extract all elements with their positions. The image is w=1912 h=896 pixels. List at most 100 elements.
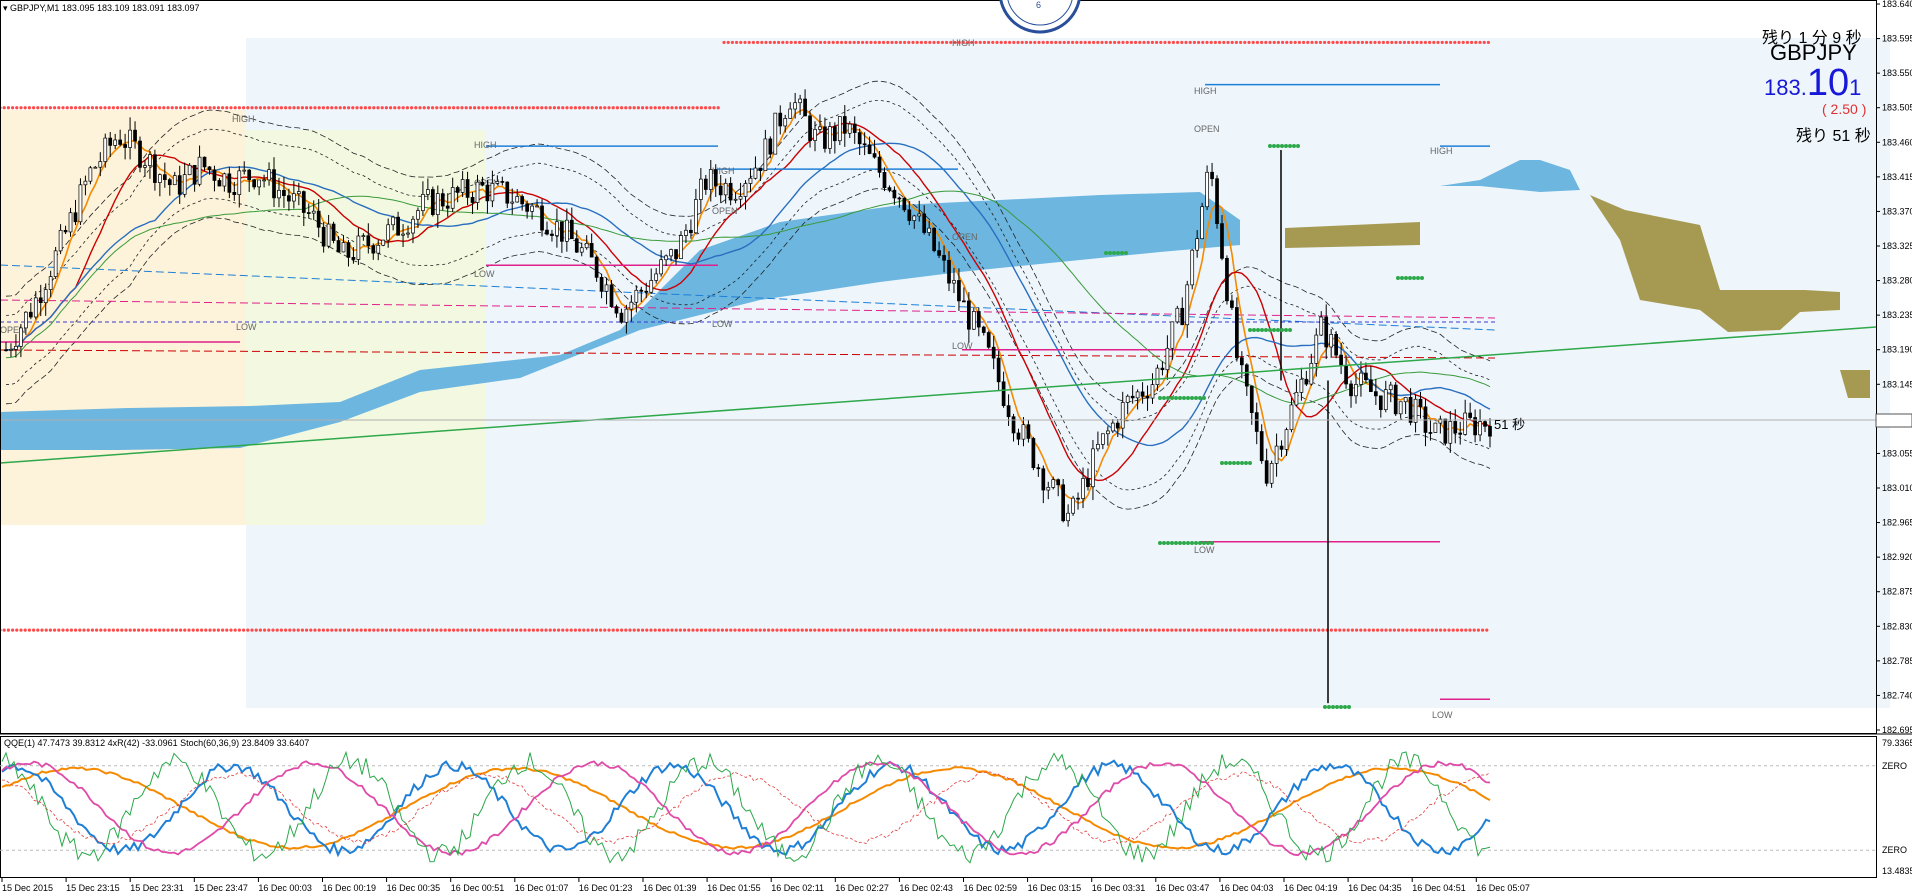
resistance-dot [552, 106, 557, 110]
y-tick-label: 183.190 [1882, 345, 1912, 355]
resistance-dot [44, 106, 48, 110]
support-dot [519, 628, 523, 632]
resistance-dot [1272, 40, 1276, 45]
resistance-dot [940, 40, 945, 45]
support-dot [111, 628, 115, 632]
support-dot [1208, 628, 1212, 632]
candle-body [162, 174, 167, 181]
support-dot [788, 628, 792, 632]
support-dot [1304, 628, 1308, 632]
support-dot [1447, 628, 1451, 632]
candle-body [296, 191, 301, 195]
resistance-dot [1247, 40, 1251, 45]
support-dot [1229, 628, 1233, 632]
resistance-dot [768, 40, 772, 45]
support-dot [82, 628, 86, 632]
resistance-dot [1075, 40, 1079, 45]
support-dot [267, 628, 271, 632]
support-dot [540, 628, 544, 632]
resistance-dot [599, 106, 603, 110]
x-tick-label: 15 Dec 23:15 [66, 883, 120, 893]
candle-body [957, 280, 961, 302]
candle-body [416, 210, 420, 220]
candle-body [1180, 307, 1185, 326]
support-dot [590, 628, 594, 632]
candle-body [962, 300, 966, 303]
resistance-dot [31, 106, 36, 110]
chart-canvas[interactable]: HIGHHIGHHIGHHIGHHIGHHIGHOPENOPENOPENOPEN… [0, 0, 1912, 896]
candle-body [937, 250, 941, 256]
support-dot [1451, 628, 1455, 632]
candle-body [768, 138, 773, 155]
resistance-dot [275, 106, 279, 110]
candle-body [857, 132, 862, 145]
candle-body [381, 239, 386, 246]
support-dot [1380, 628, 1384, 632]
resistance-dot [670, 106, 674, 110]
support-dot [225, 628, 229, 632]
support-dot [31, 628, 36, 632]
resistance-dot [36, 106, 40, 110]
candle-body [679, 235, 683, 259]
resistance-dot [145, 106, 149, 110]
resistance-dot [48, 106, 53, 110]
candle-body [1274, 445, 1279, 464]
level-label: HIGH [1430, 146, 1453, 156]
candle-body [952, 280, 956, 284]
support-dot [166, 628, 170, 632]
current-price-marker [1875, 413, 1912, 428]
support-dot [918, 628, 922, 632]
resistance-dot [519, 106, 523, 110]
support-dot [292, 628, 296, 632]
support-dot [1485, 628, 1489, 632]
sub-y-tick-label: 79.3365 [1882, 738, 1912, 748]
candle-body [73, 212, 78, 223]
support-dot [6, 628, 10, 632]
resistance-dot [74, 106, 78, 110]
resistance-dot [582, 106, 586, 110]
support-dot [905, 628, 909, 632]
support-dot [557, 628, 561, 632]
candle-body [14, 345, 18, 350]
candle-body [123, 144, 127, 148]
candle-body [986, 332, 991, 348]
support-dot [754, 628, 758, 632]
swing-dot [1284, 144, 1288, 148]
candle-body [430, 189, 435, 215]
support-dot [1296, 628, 1300, 632]
dropdown-icon[interactable]: ▾ [3, 3, 8, 13]
ohlc-values: 183.095 183.109 183.091 183.097 [61, 3, 200, 13]
support-dot [57, 628, 61, 632]
support-dot [1023, 628, 1027, 632]
resistance-dot [1398, 40, 1402, 45]
support-dot [86, 628, 90, 632]
y-tick-label: 183.325 [1882, 241, 1912, 251]
candle-body [644, 290, 649, 293]
support-dot [1355, 628, 1359, 632]
support-dot [1321, 628, 1325, 632]
swing-dot [1108, 251, 1112, 255]
support-dot [1140, 628, 1144, 632]
candle-body [182, 174, 187, 195]
support-dot [485, 628, 489, 632]
resistance-dot [78, 106, 82, 110]
support-dot [1422, 628, 1426, 632]
support-dot [783, 628, 788, 632]
candle-body [356, 235, 361, 260]
swing-dot [1264, 328, 1268, 332]
candle-body [371, 245, 376, 254]
swing-dot [1339, 705, 1343, 709]
support-dot [288, 628, 292, 632]
candle-body [1369, 379, 1373, 392]
candle-body [674, 249, 678, 259]
swing-dot [1288, 328, 1292, 332]
candle-body [177, 175, 182, 195]
resistance-dot [1394, 40, 1398, 45]
swing-dot [1240, 461, 1244, 465]
resistance-dot [1239, 40, 1243, 45]
swing-dot [1347, 705, 1351, 709]
candle-body [698, 178, 703, 200]
support-dot [237, 628, 241, 632]
candle-body [1185, 284, 1190, 326]
support-dot [578, 628, 582, 632]
